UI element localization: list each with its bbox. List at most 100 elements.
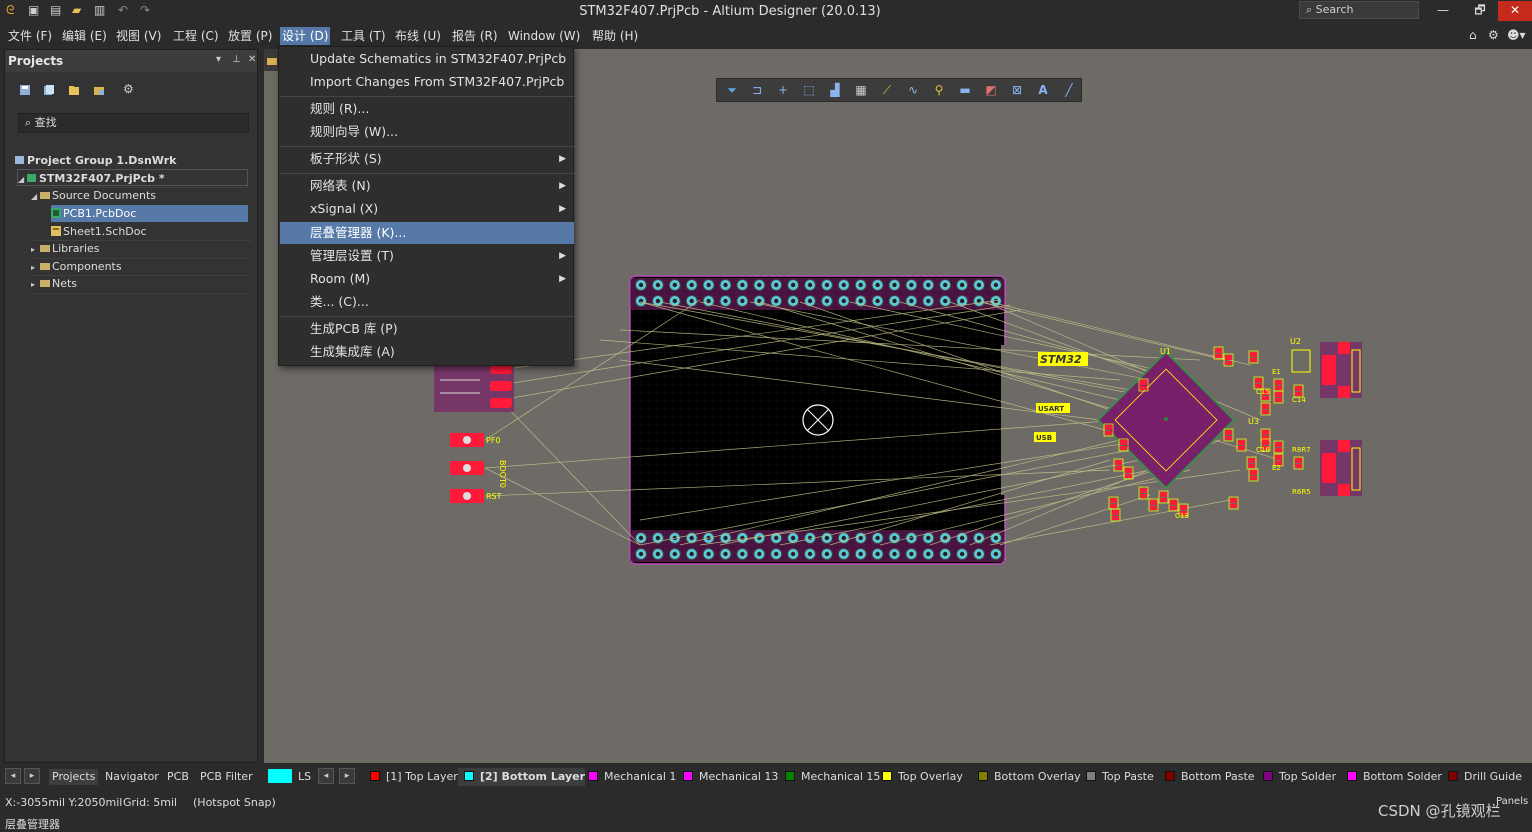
line-icon[interactable]: ╱: [1062, 83, 1076, 97]
keepout-icon[interactable]: ◩: [984, 83, 998, 97]
select-icon[interactable]: ⊐: [750, 83, 764, 97]
compile-icon[interactable]: [43, 84, 55, 96]
menu-item-update-schematics[interactable]: Update Schematics in STM32F407.PrjPcb: [280, 48, 574, 70]
home-icon[interactable]: ⌂: [1469, 28, 1477, 42]
tree-item-libraries[interactable]: ▸ Libraries: [31, 240, 251, 257]
menu-item-rule-wizard[interactable]: 规则向导 (W)...: [280, 121, 574, 143]
usb-connector-top[interactable]: [1320, 342, 1362, 398]
menu-item-rules[interactable]: 规则 (R)...: [280, 98, 574, 120]
menu-item-import-changes[interactable]: Import Changes From STM32F407.PrjPcb: [280, 71, 574, 93]
menu-edit[interactable]: 编辑 (E): [60, 27, 109, 45]
close-button[interactable]: ✕: [1498, 1, 1532, 21]
menu-item-layer-stack-manager[interactable]: 层叠管理器 (K)...: [280, 222, 574, 244]
layer-tab[interactable]: [1] Top Layer: [364, 768, 458, 786]
project-search-input[interactable]: ⌕ 查找: [18, 113, 249, 133]
collapse-arrow-icon[interactable]: ◢: [18, 171, 27, 188]
expand-arrow-icon[interactable]: ▸: [31, 259, 40, 276]
menu-route[interactable]: 布线 (U): [393, 27, 443, 45]
menu-reports[interactable]: 报告 (R): [450, 27, 500, 45]
current-layer-color[interactable]: [268, 769, 292, 783]
panel-menu-icon[interactable]: ▾: [216, 54, 221, 65]
panels-button[interactable]: Panels: [1496, 796, 1528, 807]
layer-tab[interactable]: Mechanical 15: [779, 768, 880, 786]
tab-navigator[interactable]: Navigator: [102, 769, 162, 785]
layer-tab[interactable]: Mechanical 1: [582, 768, 676, 786]
regulator-u2[interactable]: [1291, 349, 1311, 373]
text-icon[interactable]: A: [1036, 83, 1050, 97]
tree-item-sch-doc[interactable]: Sheet1.SchDoc: [51, 223, 248, 240]
user-icon[interactable]: ☻▾: [1507, 28, 1526, 42]
folder-icon[interactable]: [93, 84, 105, 96]
menu-item-make-pcb-library[interactable]: 生成PCB 库 (P): [280, 318, 574, 340]
folder-icon: [40, 245, 50, 252]
dimension-icon[interactable]: ⊠: [1010, 83, 1024, 97]
rectangle-select-icon[interactable]: ⬚: [802, 83, 816, 97]
menu-window[interactable]: Window (W): [506, 27, 582, 45]
menu-file[interactable]: 文件 (F): [6, 27, 54, 45]
pin-icon[interactable]: ⊥: [232, 54, 241, 65]
layer-tab[interactable]: Top Solder: [1257, 768, 1336, 786]
collapse-arrow-icon[interactable]: ◢: [31, 188, 40, 205]
minimize-button[interactable]: —: [1426, 1, 1460, 21]
expand-arrow-icon[interactable]: ▸: [31, 241, 40, 258]
layer-tab[interactable]: Bottom Overlay: [972, 768, 1081, 786]
tab-pcb[interactable]: PCB: [164, 769, 192, 785]
tree-item-project[interactable]: ◢ STM32F407.PrjPcb *: [17, 169, 248, 186]
tree-item-project-group[interactable]: Project Group 1.DsnWrk: [15, 152, 255, 169]
document-tab-icon[interactable]: [267, 56, 277, 66]
layer-tab[interactable]: Top Overlay: [876, 768, 963, 786]
restore-button[interactable]: 🗗: [1463, 1, 1497, 21]
panel-close-icon[interactable]: ✕: [248, 54, 256, 65]
menu-item-make-integrated-library[interactable]: 生成集成库 (A): [280, 341, 574, 363]
tree-item-source-documents[interactable]: ◢ Source Documents: [31, 187, 251, 204]
button-pf0[interactable]: [450, 433, 484, 447]
title-bar: ᘓ ▣ ▤ ▰ ▥ ↶ ↷ STM32F407.PrjPcb - Altium …: [0, 0, 1532, 23]
usb-connector-bottom[interactable]: [1320, 440, 1362, 496]
gear-icon[interactable]: ⚙: [1488, 28, 1499, 42]
menu-item-netlist[interactable]: 网络表 (N) ▶: [280, 175, 574, 197]
tab-scroll-right-icon[interactable]: ▸: [24, 768, 40, 784]
expand-arrow-icon[interactable]: ▸: [31, 276, 40, 293]
via-icon[interactable]: ⚲: [932, 83, 946, 97]
layer-scroll-left-icon[interactable]: ◂: [318, 768, 334, 784]
layer-tab[interactable]: Bottom Solder: [1341, 768, 1442, 786]
tab-projects[interactable]: Projects: [49, 769, 99, 785]
menu-item-xsignal[interactable]: xSignal (X) ▶: [280, 198, 574, 220]
filter-icon[interactable]: ⏷: [725, 83, 739, 97]
menu-help[interactable]: 帮助 (H): [590, 27, 640, 45]
menu-item-classes[interactable]: 类... (C)...: [280, 291, 574, 313]
tree-item-pcb-doc[interactable]: PCB1.PcbDoc: [51, 205, 248, 222]
move-icon[interactable]: +: [776, 83, 790, 97]
menu-place[interactable]: 放置 (P): [226, 27, 274, 45]
layer-tab[interactable]: Bottom Paste: [1159, 768, 1255, 786]
tab-scroll-left-icon[interactable]: ◂: [5, 768, 21, 784]
layer-scroll-right-icon[interactable]: ▸: [339, 768, 355, 784]
save-project-icon[interactable]: [19, 84, 31, 96]
layer-tab[interactable]: Top Paste: [1080, 768, 1154, 786]
layer-tab[interactable]: [2] Bottom Layer: [458, 768, 585, 786]
diff-pair-icon[interactable]: ∿: [906, 83, 920, 97]
active-bar-toolbar: ⏷ ⊐ + ⬚ ▟ ▦ ⟋ ∿ ⚲ ▬ ◩ ⊠ A ╱: [716, 78, 1082, 102]
menu-item-manage-layer-sets[interactable]: 管理层设置 (T) ▶: [280, 245, 574, 267]
tab-pcb-filter[interactable]: PCB Filter: [197, 769, 256, 785]
button-boot0[interactable]: [450, 461, 484, 475]
layer-tab[interactable]: Drill Guide: [1442, 768, 1522, 786]
component-icon[interactable]: ▦: [854, 83, 868, 97]
tree-item-components[interactable]: ▸ Components: [31, 258, 251, 275]
layer-tab[interactable]: Mechanical 13: [677, 768, 778, 786]
menu-design[interactable]: 设计 (D): [280, 27, 331, 45]
menu-tools[interactable]: 工具 (T): [339, 27, 388, 45]
global-search-input[interactable]: ⌕ Search: [1299, 1, 1419, 19]
route-icon[interactable]: ⟋: [880, 83, 894, 97]
menu-item-board-shape[interactable]: 板子形状 (S) ▶: [280, 148, 574, 170]
open-folder-icon[interactable]: [68, 84, 80, 96]
button-rst[interactable]: [450, 489, 484, 503]
settings-icon[interactable]: ⚙: [123, 82, 135, 96]
menu-view[interactable]: 视图 (V): [114, 27, 163, 45]
menu-item-room[interactable]: Room (M) ▶: [280, 268, 574, 290]
align-icon[interactable]: ▟: [828, 83, 842, 97]
polygon-icon[interactable]: ▬: [958, 83, 972, 97]
tree-item-nets[interactable]: ▸ Nets: [31, 275, 251, 292]
menu-project[interactable]: 工程 (C): [171, 27, 221, 45]
layer-set-button[interactable]: LS: [295, 769, 314, 785]
